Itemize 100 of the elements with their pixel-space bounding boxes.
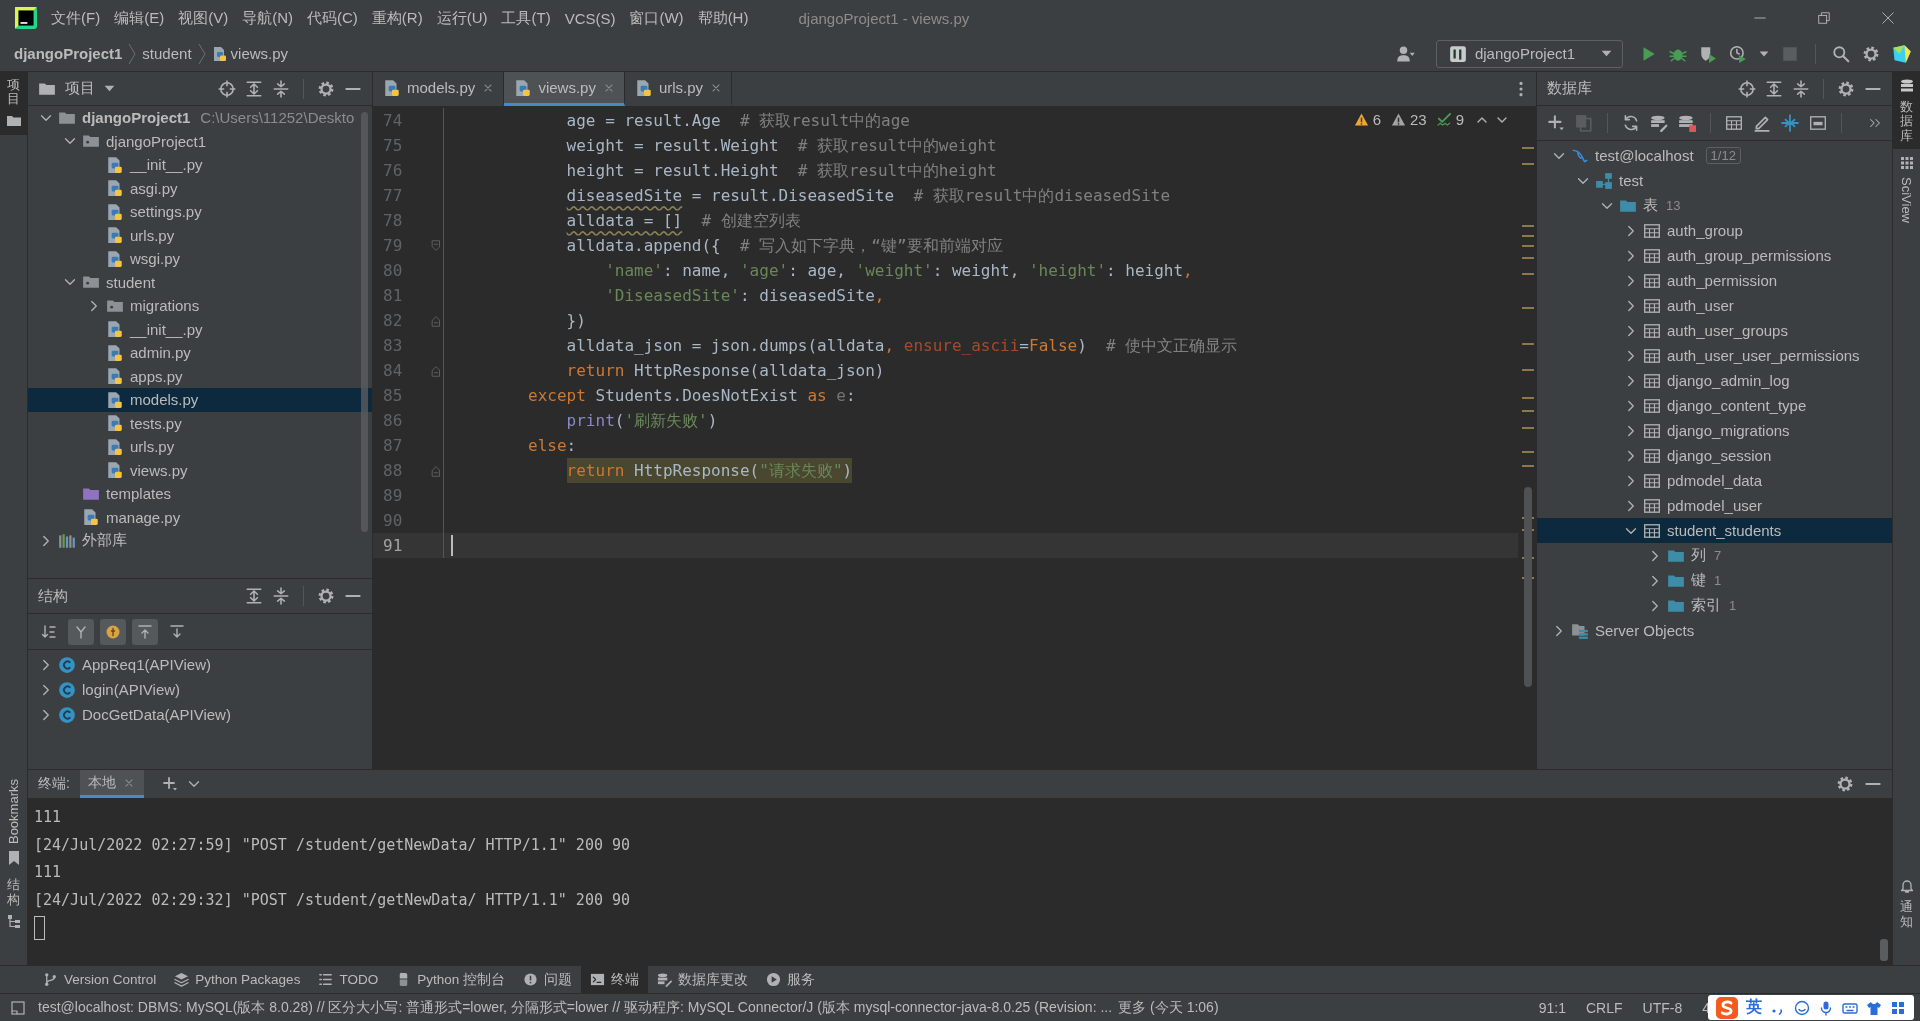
settings-icon[interactable] xyxy=(1862,44,1880,63)
fold-marker-icon[interactable] xyxy=(429,313,443,328)
tree-item[interactable]: auth_group xyxy=(1537,218,1892,243)
skin-icon[interactable] xyxy=(1866,999,1882,1016)
settings-icon[interactable] xyxy=(1836,775,1854,793)
tree-item[interactable]: student_students xyxy=(1537,518,1892,543)
table-icon[interactable] xyxy=(1725,114,1743,132)
tool-window-tab[interactable]: 终端 xyxy=(580,966,648,993)
settings-icon[interactable] xyxy=(317,79,335,98)
collapse-all-icon[interactable] xyxy=(1792,79,1810,98)
tree-item[interactable]: templates xyxy=(28,482,372,506)
tool-window-tab[interactable]: Python 控制台 xyxy=(387,966,514,993)
menu-item[interactable]: 运行(U) xyxy=(436,8,488,28)
tree-item[interactable]: django_session xyxy=(1537,443,1892,468)
editor-tab[interactable]: views.py xyxy=(504,72,625,106)
menu-item[interactable]: VCS(S) xyxy=(564,9,616,27)
tool-window-label[interactable]: Bookmarks xyxy=(6,779,21,845)
structure-item[interactable]: DocGetData(APIView) xyxy=(28,702,372,727)
tree-item[interactable]: wsgi.py xyxy=(28,247,372,271)
scrollbar[interactable] xyxy=(361,112,368,532)
tool-windows-icon[interactable] xyxy=(10,999,26,1016)
menu-item[interactable]: 代码(C) xyxy=(307,8,358,28)
tree-item[interactable]: django_migrations xyxy=(1537,418,1892,443)
input-method-bar[interactable]: 英 xyxy=(1708,995,1914,1020)
tree-item[interactable]: views.py xyxy=(28,458,372,482)
expand-all-icon[interactable] xyxy=(245,587,263,605)
ime-mode[interactable]: 英 xyxy=(1746,997,1762,1018)
locate-icon[interactable] xyxy=(1738,79,1756,98)
tree-item[interactable]: auth_user_user_permissions xyxy=(1537,343,1892,368)
structure-item[interactable]: AppReq1(APIView) xyxy=(28,652,372,677)
menu-item[interactable]: 重构(R) xyxy=(371,8,423,28)
chevron-icon[interactable] xyxy=(40,708,52,721)
fold-marker-icon[interactable] xyxy=(429,363,443,378)
chevron-icon[interactable] xyxy=(40,534,52,547)
chevron-icon[interactable] xyxy=(1625,499,1637,512)
tree-item[interactable]: django_admin_log xyxy=(1537,368,1892,393)
database-stop-icon[interactable] xyxy=(1678,114,1696,132)
tree-item[interactable]: settings.py xyxy=(28,200,372,224)
collapse-all-icon[interactable] xyxy=(272,79,290,98)
breadcrumb[interactable]: student xyxy=(142,45,192,62)
tree-item[interactable]: 外部库 xyxy=(28,529,372,553)
tree-item[interactable]: 索引 1 xyxy=(1537,593,1892,618)
chevron-icon[interactable] xyxy=(40,683,52,696)
structure-icon[interactable] xyxy=(5,913,22,929)
status-item[interactable]: UTF-8 xyxy=(1642,999,1683,1016)
arrows-icon[interactable] xyxy=(1781,114,1799,132)
tree-item[interactable]: admin.py xyxy=(28,341,372,365)
tool-window-tab[interactable]: Version Control xyxy=(34,966,166,993)
chevron-icon[interactable] xyxy=(1649,599,1661,612)
inspection-widget[interactable]: 6 23 9 xyxy=(1353,111,1510,128)
panel-title[interactable]: 项目 xyxy=(65,79,95,98)
tree-item[interactable]: student xyxy=(28,270,372,294)
expand-all-icon[interactable] xyxy=(1765,79,1783,98)
tree-item[interactable]: django_content_type xyxy=(1537,393,1892,418)
bell-icon[interactable] xyxy=(1898,878,1915,895)
expand-all-icon[interactable] xyxy=(245,79,263,98)
tree-item[interactable]: djangoProject1 xyxy=(28,129,372,153)
collapse-all-icon[interactable] xyxy=(272,587,290,605)
tree-item[interactable]: __init__.py xyxy=(28,153,372,177)
status-item[interactable]: CRLF xyxy=(1585,999,1623,1016)
menu-item[interactable]: 帮助(H) xyxy=(697,8,749,28)
chevron-icon[interactable] xyxy=(88,299,100,312)
chevron-icon[interactable] xyxy=(1649,549,1661,562)
chevron-icon[interactable] xyxy=(1625,474,1637,487)
add-icon[interactable] xyxy=(1547,114,1565,132)
tree-item[interactable]: __init__.py xyxy=(28,317,372,341)
tool-window-tab[interactable]: 问题 xyxy=(513,966,581,993)
toggle-button[interactable] xyxy=(132,618,158,645)
terminal-tab[interactable]: 本地 xyxy=(79,770,144,798)
tree-item[interactable]: apps.py xyxy=(28,364,372,388)
chevron-icon[interactable] xyxy=(1625,249,1637,262)
chevron-icon[interactable] xyxy=(1625,349,1637,362)
settings-icon[interactable] xyxy=(317,587,335,605)
fold-marker-icon[interactable] xyxy=(429,463,443,478)
menu-item[interactable]: 工具(T) xyxy=(501,8,551,28)
console-icon[interactable] xyxy=(1809,114,1827,132)
tree-item[interactable]: manage.py xyxy=(28,505,372,529)
chevron-icon[interactable] xyxy=(187,778,200,790)
tree-item[interactable]: test@localhost 1/12 xyxy=(1537,143,1892,168)
database-tool-icon[interactable] xyxy=(1650,114,1668,132)
chevron-icon[interactable] xyxy=(1625,399,1637,412)
search-icon[interactable] xyxy=(1832,44,1850,63)
chevron-icon[interactable] xyxy=(1649,574,1661,587)
scrollbar[interactable] xyxy=(1880,939,1888,961)
microphone-icon[interactable] xyxy=(1818,999,1834,1016)
more-link[interactable]: 更多 xyxy=(1118,998,1147,1017)
chevron-icon[interactable] xyxy=(1625,424,1637,437)
tool-window-label[interactable]: 结构 xyxy=(7,878,20,907)
tree-item[interactable]: 键 1 xyxy=(1537,568,1892,593)
tool-window-tab[interactable]: 数据库更改 xyxy=(647,966,757,993)
close-icon[interactable] xyxy=(1881,11,1895,25)
refresh-icon[interactable] xyxy=(1622,114,1640,132)
toolbox-icon[interactable] xyxy=(1890,999,1906,1016)
profiler-icon[interactable] xyxy=(1729,44,1747,63)
toggle-button[interactable] xyxy=(100,618,126,645)
tree-item[interactable]: auth_user xyxy=(1537,293,1892,318)
tree-item[interactable]: auth_user_groups xyxy=(1537,318,1892,343)
tree-item[interactable]: models.py xyxy=(28,388,372,412)
tree-item[interactable]: 列 7 xyxy=(1537,543,1892,568)
tree-item[interactable]: Server Objects xyxy=(1537,618,1892,643)
